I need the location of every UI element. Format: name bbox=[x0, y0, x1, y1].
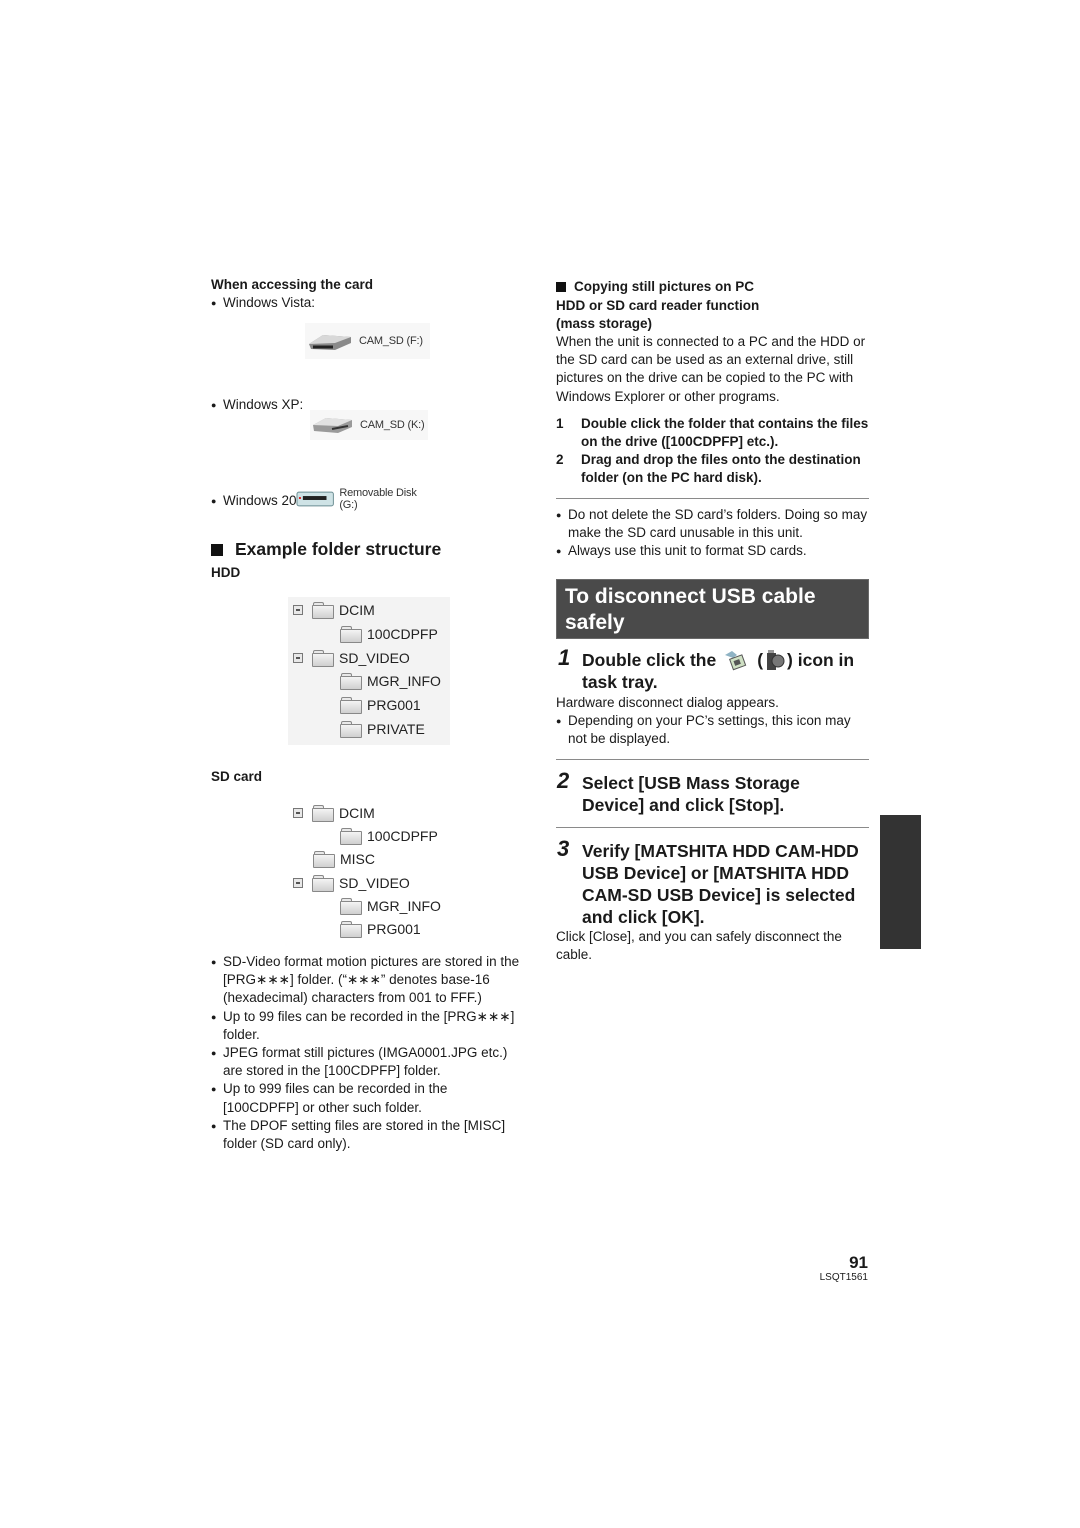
step-1-body: Hardware disconnect dialog appears. Depe… bbox=[556, 694, 870, 749]
step-1-heading-line2: task tray. bbox=[582, 672, 658, 692]
folder-structure-heading: Example folder structure bbox=[211, 539, 441, 560]
hdd-folder-tree: DCIM 100CDPFP SD_VIDEO MGR_INFO PRG001 P… bbox=[288, 597, 450, 745]
tree-item[interactable]: MISC bbox=[313, 848, 375, 870]
tree-item[interactable]: MGR_INFO bbox=[340, 895, 441, 917]
tree-item[interactable]: PRG001 bbox=[340, 694, 421, 716]
sd-card-label: SD card bbox=[211, 769, 263, 784]
step-3-body: Click [Close], and you can safely discon… bbox=[556, 929, 842, 963]
card-reader-icon bbox=[313, 418, 352, 433]
copy-subheading-2: (mass storage) bbox=[556, 316, 653, 331]
drive-icon-vista: CAM_SD (F:) bbox=[305, 323, 430, 359]
folder-icon bbox=[340, 921, 362, 938]
collapse-icon[interactable] bbox=[293, 808, 303, 818]
sd-folder-tree: DCIM 100CDPFP MISC SD_VIDEO MGR_INFO PRG… bbox=[288, 800, 450, 942]
folder-icon bbox=[312, 650, 334, 667]
folder-icon bbox=[312, 602, 334, 619]
copy-subheading: HDD or SD card reader function bbox=[556, 298, 760, 313]
step-2-number: 2 bbox=[557, 768, 570, 793]
step-2-heading: Select [USB Mass Storage Device] and cli… bbox=[582, 773, 800, 815]
collapse-icon[interactable] bbox=[293, 878, 303, 888]
tree-item[interactable]: DCIM bbox=[293, 802, 375, 824]
tree-item[interactable]: SD_VIDEO bbox=[293, 872, 410, 894]
tree-item[interactable]: SD_VIDEO bbox=[293, 647, 410, 669]
tree-item[interactable]: 100CDPFP bbox=[340, 825, 438, 847]
folder-icon bbox=[340, 721, 362, 738]
tree-item[interactable]: PRG001 bbox=[340, 918, 421, 940]
warning-item: Always use this unit to format SD cards. bbox=[556, 542, 870, 560]
divider bbox=[556, 759, 869, 760]
hdd-label: HDD bbox=[211, 565, 241, 580]
folder-icon bbox=[340, 828, 362, 845]
section-title: To disconnect USB cable safely bbox=[556, 579, 869, 639]
folder-icon bbox=[312, 875, 334, 892]
tree-item[interactable]: PRIVATE bbox=[340, 718, 425, 740]
step-1-note: Depending on your PC’s settings, this ic… bbox=[556, 712, 870, 748]
warnings: Do not delete the SD card’s folders. Doi… bbox=[556, 506, 870, 561]
doc-code: LSQT1561 bbox=[819, 1272, 868, 1283]
square-bullet-icon bbox=[556, 281, 566, 292]
access-heading: When accessing the card bbox=[211, 277, 374, 292]
page-number: 91 bbox=[849, 1253, 868, 1272]
copy-step-1: 1 Double click the folder that contains … bbox=[556, 415, 869, 450]
divider bbox=[556, 827, 869, 828]
tree-item[interactable]: DCIM bbox=[293, 599, 375, 621]
step-3-heading: Verify [MATSHITA HDD CAM-HDD USB Device]… bbox=[582, 841, 859, 927]
folder-icon bbox=[340, 626, 362, 643]
copy-body: When the unit is connected to a PC and t… bbox=[556, 334, 866, 404]
drive-icon-2000: Removable Disk (G:) bbox=[296, 487, 436, 511]
tree-item[interactable]: 100CDPFP bbox=[340, 623, 438, 645]
collapse-icon[interactable] bbox=[293, 605, 303, 615]
safely-remove-hardware-icon bbox=[725, 651, 747, 671]
note-item: Up to 999 files can be recorded in the [… bbox=[211, 1080, 526, 1116]
removable-disk-icon bbox=[296, 491, 334, 507]
warning-item: Do not delete the SD card’s folders. Doi… bbox=[556, 506, 870, 542]
tree-item[interactable]: MGR_INFO bbox=[340, 670, 441, 692]
folder-icon bbox=[340, 673, 362, 690]
step-1-number: 1 bbox=[558, 645, 571, 670]
card-reader-icon bbox=[309, 335, 351, 350]
folder-icon bbox=[313, 851, 335, 868]
note-item: The DPOF setting files are stored in the… bbox=[211, 1117, 526, 1153]
folder-icon bbox=[340, 697, 362, 714]
drive-label-2000: Removable Disk (G:) bbox=[339, 487, 417, 511]
folder-icon bbox=[340, 898, 362, 915]
copy-step-2: 2 Drag and drop the files onto the desti… bbox=[556, 452, 861, 486]
folder-notes: SD-Video format motion pictures are stor… bbox=[211, 953, 526, 1153]
folder-icon bbox=[312, 805, 334, 822]
usb-device-icon bbox=[767, 650, 785, 670]
divider bbox=[556, 498, 869, 499]
drive-label-vista: CAM_SD (F:) bbox=[359, 335, 423, 347]
drive-label-xp: CAM_SD (K:) bbox=[360, 419, 425, 431]
step-1-heading: Double click the ( ) icon in bbox=[582, 650, 855, 671]
drive-icon-xp: CAM_SD (K:) bbox=[310, 410, 428, 440]
step-3-number: 3 bbox=[557, 836, 570, 861]
copy-heading: Copying still pictures on PC bbox=[556, 277, 870, 296]
copy-section: Copying still pictures on PC HDD or SD c… bbox=[556, 277, 870, 488]
note-item: SD-Video format motion pictures are stor… bbox=[211, 953, 526, 1008]
note-item: Up to 99 files can be recorded in the [P… bbox=[211, 1008, 526, 1044]
square-bullet-icon bbox=[211, 543, 223, 556]
note-item: JPEG format still pictures (IMGA0001.JPG… bbox=[211, 1044, 526, 1080]
collapse-icon[interactable] bbox=[293, 653, 303, 663]
side-index-tab bbox=[880, 815, 921, 949]
